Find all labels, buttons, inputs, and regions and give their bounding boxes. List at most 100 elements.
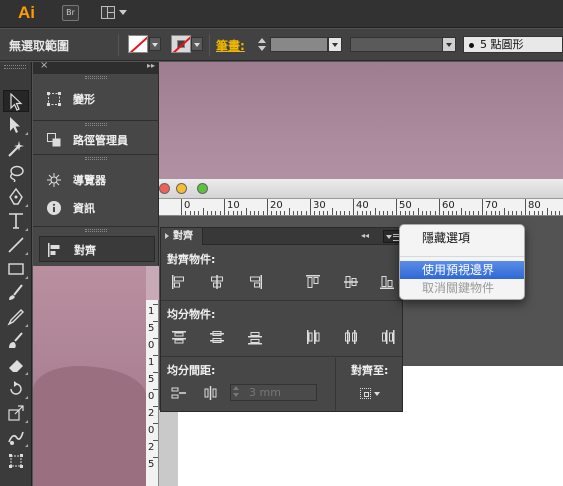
dock-item-pathfinder[interactable]: 路徑管理員 <box>39 127 155 153</box>
variable-width-profile-field[interactable] <box>350 37 455 52</box>
stroke-weight-input[interactable] <box>270 37 328 52</box>
stroke-weight-dropdown[interactable] <box>328 37 342 52</box>
menu-item-hide-options[interactable]: 隱藏選項 <box>400 229 524 247</box>
panel-grip[interactable] <box>85 157 107 160</box>
free-transform-tool[interactable] <box>3 450 29 472</box>
distribute-horizontal-space-button[interactable] <box>201 383 221 403</box>
expand-panels-icon[interactable]: ▸▸ <box>147 61 155 70</box>
tab-align[interactable]: 對齊 <box>161 228 203 245</box>
vertical-ruler[interactable]: 1 5 0 1 5 0 2 0 2 5 <box>146 300 159 486</box>
distribute-spacing-input[interactable]: 3 mm <box>230 384 317 401</box>
ruler-minor-tick <box>340 211 342 215</box>
ruler-minor-tick <box>546 208 548 215</box>
selection-tool[interactable] <box>3 90 29 112</box>
eraser-tool[interactable] <box>3 354 29 376</box>
distribute-vertical-center-button[interactable] <box>207 327 227 347</box>
warp-tool[interactable] <box>3 426 29 448</box>
horizontal-align-right-button[interactable] <box>245 272 265 292</box>
paintbrush-tool[interactable] <box>3 282 29 304</box>
ruler-minor-tick <box>426 211 428 215</box>
transform-icon <box>47 92 61 106</box>
ruler-minor-tick <box>477 211 479 215</box>
ruler-major-tick <box>525 199 526 215</box>
distribute-bottom-button[interactable] <box>245 327 265 347</box>
collapse-panel-icon[interactable]: ◂◂ <box>361 231 369 240</box>
bridge-button[interactable]: Br <box>62 5 79 21</box>
tool-group-indicator <box>25 324 28 327</box>
distribute-left-button[interactable] <box>303 327 323 347</box>
ruler-label: 5 <box>148 459 155 470</box>
tools-panel <box>0 62 32 486</box>
variable-width-profile-dropdown[interactable] <box>442 37 456 52</box>
stroke-label[interactable]: 筆畫: <box>216 37 245 54</box>
dock-item-transform[interactable]: 變形 <box>39 86 155 112</box>
dock-item-align[interactable]: 對齊 <box>39 236 155 262</box>
panel-grip[interactable] <box>4 65 26 69</box>
scale-tool[interactable] <box>3 402 29 424</box>
horizontal-align-left-button[interactable] <box>169 272 189 292</box>
pen-tool[interactable] <box>3 186 29 208</box>
ruler-minor-tick <box>344 211 346 215</box>
rotate-tool[interactable] <box>3 378 29 400</box>
minimize-window-button[interactable] <box>176 183 187 194</box>
line-segment-tool[interactable] <box>3 234 29 256</box>
stroke-swatch[interactable] <box>171 35 191 53</box>
arrange-documents-button[interactable] <box>101 5 129 21</box>
document-window-titlebar[interactable] <box>159 179 563 199</box>
horizontal-ruler[interactable]: 0 10 20 30 40 50 60 70 80 <box>159 199 563 216</box>
type-t-icon <box>9 213 23 229</box>
dock-item-info[interactable]: 資訊 <box>39 195 155 221</box>
spacing-stepper[interactable] <box>232 386 242 399</box>
ruler-label: 0 <box>148 425 155 436</box>
vertical-align-top-button[interactable] <box>303 272 323 292</box>
lasso-tool[interactable] <box>3 162 29 184</box>
pencil-tool[interactable] <box>3 306 29 328</box>
close-icon[interactable]: × <box>40 60 48 71</box>
divider <box>33 154 159 155</box>
direct-selection-tool[interactable] <box>3 114 29 136</box>
distribute-objects-row <box>167 327 397 347</box>
dock-item-navigator[interactable]: 導覽器 <box>39 167 155 193</box>
ruler-minor-tick <box>314 211 316 215</box>
ruler-minor-tick <box>202 208 204 215</box>
brush-definition-label: 5 點圓形 <box>480 38 524 51</box>
distribute-top-button[interactable] <box>169 327 189 347</box>
divider <box>161 356 402 357</box>
ruler-minor-tick <box>153 321 158 322</box>
brush-dot-icon <box>469 42 474 48</box>
blob-brush-tool[interactable] <box>3 330 29 352</box>
divider <box>118 34 119 56</box>
fill-dropdown[interactable] <box>149 37 161 51</box>
close-window-button[interactable] <box>159 183 170 194</box>
artwork-canvas[interactable] <box>159 62 563 182</box>
magic-wand-tool[interactable] <box>3 138 29 160</box>
ruler-minor-tick <box>383 211 385 215</box>
zoom-window-button[interactable] <box>197 183 208 194</box>
ruler-major-tick <box>482 199 483 215</box>
menu-separator <box>400 256 524 257</box>
horizontal-align-center-button[interactable] <box>207 272 227 292</box>
distribute-vertical-space-button[interactable] <box>169 383 189 403</box>
distribute-right-button[interactable] <box>377 327 397 347</box>
vertical-align-center-button[interactable] <box>341 272 361 292</box>
align-to-key-object-icon <box>360 388 371 399</box>
ruler-minor-tick <box>434 211 436 215</box>
ruler-minor-tick <box>219 211 221 215</box>
ruler-label: 2 <box>148 408 155 419</box>
panel-grip[interactable] <box>85 123 107 126</box>
brush-definition-field[interactable]: 5 點圓形 <box>463 36 563 53</box>
illustrator-logo: Ai <box>18 3 35 22</box>
vertical-align-bottom-button[interactable] <box>377 272 397 292</box>
align-to-dropdown[interactable] <box>358 386 384 402</box>
rectangle-tool[interactable] <box>3 258 29 280</box>
ruler-minor-tick <box>361 211 363 215</box>
stroke-dropdown[interactable] <box>191 37 203 51</box>
panel-grip[interactable] <box>85 229 107 232</box>
distribute-horizontal-center-button[interactable] <box>341 327 361 347</box>
menu-item-use-preview-bounds[interactable]: 使用預視邊界 <box>400 261 524 279</box>
type-tool[interactable] <box>3 210 29 232</box>
align-horizontal-center-icon <box>211 275 223 289</box>
fill-swatch[interactable] <box>128 35 148 53</box>
panel-grip[interactable] <box>85 76 107 79</box>
stroke-weight-stepper[interactable] <box>255 37 269 53</box>
